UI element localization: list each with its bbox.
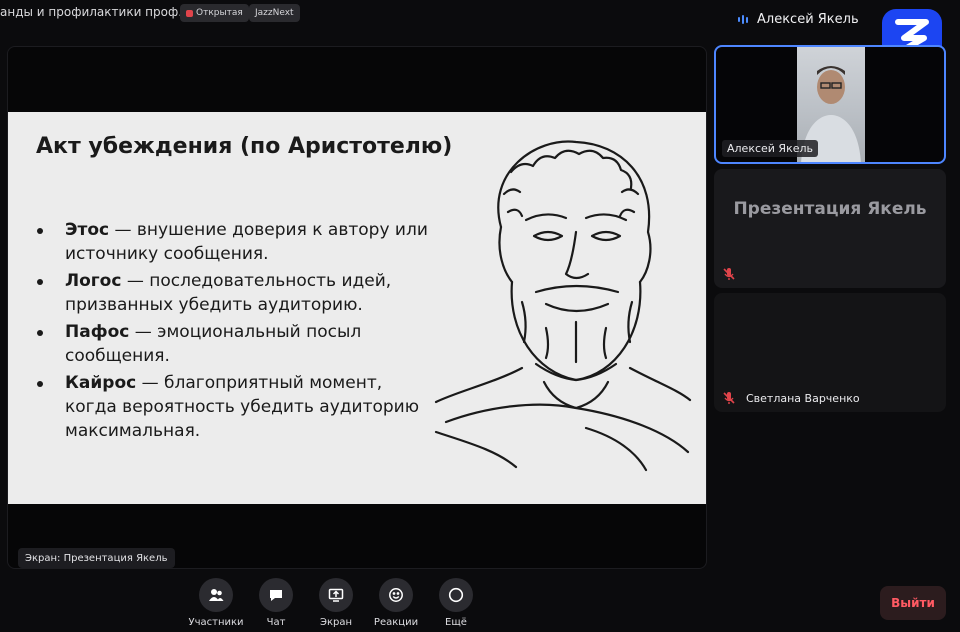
jazznext-badge[interactable]: JazzNext: [249, 4, 300, 22]
lock-icon: [186, 9, 193, 17]
presentation-slide: Акт убеждения (по Аристотелю) Этос — вну…: [8, 112, 706, 504]
shared-screen: Акт убеждения (по Аристотелю) Этос — вну…: [7, 46, 707, 569]
meeting-controls: Участники Чат Экран Реакции Ещё: [188, 578, 477, 628]
more-icon: [439, 578, 473, 612]
share-screen-icon: [319, 578, 353, 612]
mic-muted-icon: [720, 389, 738, 407]
participant-tile-presentation[interactable]: Презентация Якель: [714, 169, 946, 288]
reactions-button[interactable]: Реакции: [373, 578, 419, 628]
bullet-kairos: Кайрос — благоприятный момент, когда вер…: [34, 371, 434, 443]
leave-button[interactable]: Выйти: [880, 586, 946, 620]
mic-muted-icon: [720, 265, 738, 283]
share-screen-label: Экран: [319, 617, 353, 628]
meeting-title: анды и профилактики проф…: [0, 5, 191, 19]
participant-name: Светлана Варченко: [746, 392, 860, 405]
access-badge[interactable]: Открытая: [180, 4, 249, 22]
participants-icon: [199, 578, 233, 612]
more-label: Ещё: [445, 617, 467, 628]
reactions-icon: [379, 578, 413, 612]
bullet-ethos: Этос — внушение доверия к автору или ист…: [34, 218, 434, 266]
slide-bullets: Этос — внушение доверия к автору или ист…: [34, 218, 434, 446]
participant-placeholder-name: Презентация Якель: [733, 199, 927, 219]
participants-label: Участники: [188, 617, 244, 628]
participants-button[interactable]: Участники: [188, 578, 244, 628]
aristotle-bust-illustration: [434, 140, 692, 472]
share-screen-button[interactable]: Экран: [315, 578, 357, 628]
participant-tile-aleksey[interactable]: Алексей Якель: [714, 45, 946, 164]
bullet-pathos: Пафос — эмоциональный посыл сообщения.: [34, 320, 434, 368]
slide-title: Акт убеждения (по Аристотелю): [36, 134, 453, 159]
audio-level-icon: [738, 15, 748, 24]
access-badge-label: Открытая: [196, 8, 243, 18]
active-speaker-name: Алексей Якель: [757, 12, 859, 27]
top-bar: анды и профилактики проф… Открытая JazzN…: [0, 0, 960, 62]
chat-button[interactable]: Чат: [255, 578, 297, 628]
more-button[interactable]: Ещё: [435, 578, 477, 628]
screen-share-label: Экран: Презентация Якель: [18, 548, 175, 568]
participant-name: Алексей Якель: [722, 140, 818, 157]
reactions-label: Реакции: [373, 617, 419, 628]
active-speaker: Алексей Якель: [738, 12, 859, 27]
chat-label: Чат: [266, 617, 286, 628]
chat-icon: [259, 578, 293, 612]
participant-tile-svetlana[interactable]: Светлана Варченко: [714, 293, 946, 412]
jazznext-badge-label: JazzNext: [255, 8, 294, 18]
bullet-logos: Логос — последовательность идей, призван…: [34, 269, 434, 317]
